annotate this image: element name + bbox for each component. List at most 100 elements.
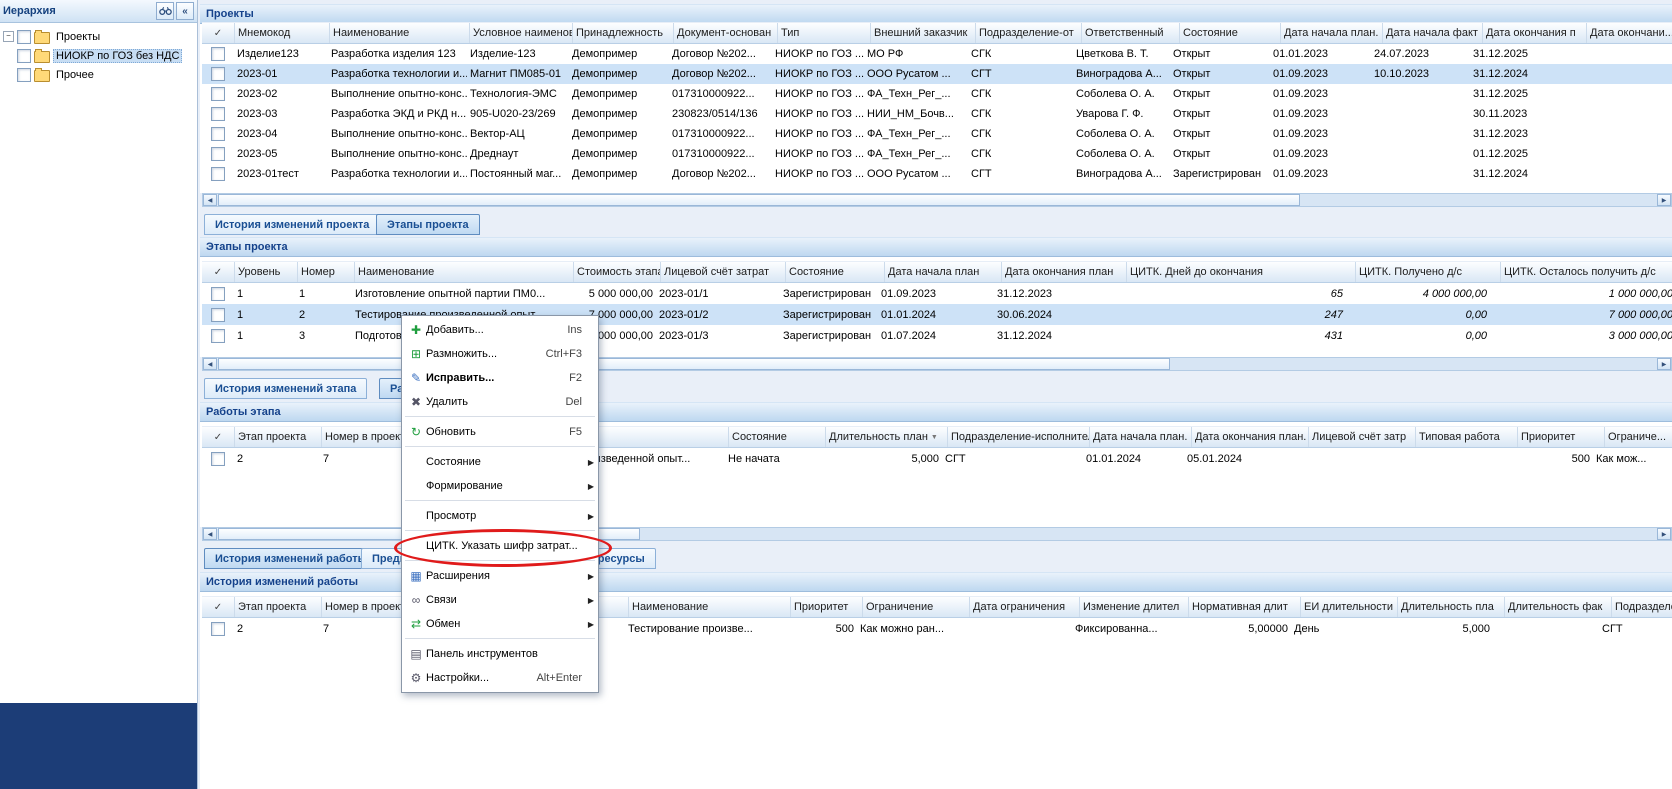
row-checkbox[interactable] [211,622,225,636]
row-checkbox[interactable] [211,127,225,141]
tree-node-niokr[interactable]: НИОКР по ГОЗ без НДС [3,46,195,65]
table-row[interactable]: 2023-01Разработка технологии и...Магнит … [202,64,1672,84]
column-header[interactable]: Состояние [729,427,826,447]
projects-hscrollbar[interactable]: ◀ ▶ [202,193,1672,207]
column-header[interactable]: Этап проекта [235,597,322,617]
column-header[interactable]: Условное наименова [470,23,573,43]
table-row[interactable]: 2023-02Выполнение опытно-конс...Технолог… [202,84,1672,104]
column-header[interactable]: Нормативная длит [1189,597,1301,617]
row-checkbox[interactable] [211,329,225,343]
column-header[interactable]: Состояние [1180,23,1281,43]
column-header[interactable]: Наименование [629,597,791,617]
search-icon[interactable] [156,2,174,20]
scroll-right-icon[interactable]: ▶ [1657,358,1671,370]
scroll-right-icon[interactable]: ▶ [1657,194,1671,206]
context-menu-item[interactable]: ▤Панель инструментов [402,642,598,666]
context-menu-item[interactable]: Просмотр▶ [402,504,598,528]
column-header[interactable]: Дата начала план. [1090,427,1192,447]
tree-node-other[interactable]: Прочее [3,65,195,84]
column-header[interactable]: Лицевой счёт затрат [661,262,786,282]
tree-node-checkbox[interactable] [17,30,31,44]
column-header[interactable]: Номер [298,262,355,282]
context-menu-item[interactable]: ∞Связи▶ [402,588,598,612]
context-menu-item[interactable]: ▦Расширения▶ [402,564,598,588]
table-row[interactable]: 2023-03Разработка ЭКД и РКД н...905-U020… [202,104,1672,124]
column-header[interactable]: ЦИТК. Дней до окончания [1127,262,1356,282]
column-header[interactable]: Состояние [786,262,885,282]
row-checkbox[interactable] [211,287,225,301]
column-header[interactable]: Приоритет [1518,427,1605,447]
scrollbar-thumb[interactable] [218,358,1170,370]
column-header[interactable]: Подразделение-и. [1612,597,1672,617]
column-header[interactable]: Тип [778,23,871,43]
context-menu-item[interactable]: ⚙Настройки...Alt+Enter [402,666,598,690]
table-row[interactable]: 2023-04Выполнение опытно-конс...Вектор-А… [202,124,1672,144]
table-row[interactable]: 2023-05Выполнение опытно-конс...Дреднаут… [202,144,1672,164]
table-row[interactable]: Изделие123Разработка изделия 123Изделие-… [202,44,1672,64]
context-menu-item[interactable]: Формирование▶ [402,474,598,498]
row-checkbox[interactable] [211,107,225,121]
context-menu-item[interactable]: ⇄Обмен▶ [402,612,598,636]
column-header[interactable]: Лицевой счёт затр [1309,427,1416,447]
column-header[interactable]: Ограничение [863,597,970,617]
column-header[interactable]: Типовая работа [1416,427,1518,447]
tab[interactable]: История изменений работы [204,548,378,569]
table-row[interactable]: 2023-01тестРазработка технологии и...Пос… [202,164,1672,184]
row-checkbox[interactable] [211,167,225,181]
scroll-left-icon[interactable]: ◀ [203,528,217,540]
scroll-right-icon[interactable]: ▶ [1657,528,1671,540]
select-all-header[interactable]: ✓ [202,23,235,43]
column-header[interactable]: Документ-основан [674,23,778,43]
column-header[interactable]: Подразделение-исполнитель. [948,427,1090,447]
column-header[interactable]: ЕИ длительности [1301,597,1398,617]
context-menu-item[interactable]: ⊞Размножить...Ctrl+F3 [402,342,598,366]
column-header[interactable]: Длительность план▼ [826,427,948,447]
collapse-node-icon[interactable]: − [3,31,14,42]
column-header[interactable]: Подразделение-от [976,23,1082,43]
column-header[interactable]: Принадлежность [573,23,674,43]
row-checkbox[interactable] [211,87,225,101]
row-checkbox[interactable] [211,452,225,466]
column-header[interactable]: Приоритет [791,597,863,617]
context-menu-item[interactable]: Состояние▶ [402,450,598,474]
column-header[interactable]: Ограниче... [1605,427,1672,447]
row-checkbox[interactable] [211,147,225,161]
column-header[interactable]: Длительность фак [1505,597,1612,617]
column-header[interactable]: Наименование [330,23,470,43]
collapse-sidebar-button[interactable]: « [176,2,194,20]
tab[interactable]: История изменений этапа [204,378,367,399]
column-header[interactable]: Мнемокод [235,23,330,43]
context-menu-item[interactable]: ✚Добавить...Ins [402,318,598,342]
column-header[interactable]: Стоимость этапа [574,262,661,282]
column-header[interactable]: Дата ограничения [970,597,1080,617]
context-menu-item[interactable]: ↻ОбновитьF5 [402,420,598,444]
scroll-left-icon[interactable]: ◀ [203,194,217,206]
column-header[interactable]: Дата начала план. [1281,23,1383,43]
tab[interactable]: История изменений проекта [204,214,380,235]
select-all-header[interactable]: ✓ [202,597,235,617]
column-header[interactable]: Дата окончания план. [1192,427,1309,447]
column-header[interactable]: Дата окончани... [1587,23,1672,43]
scroll-left-icon[interactable]: ◀ [203,358,217,370]
column-header[interactable]: ЦИТК. Осталось получить д/с [1501,262,1672,282]
column-header[interactable]: Ответственный [1082,23,1180,43]
row-checkbox[interactable] [211,308,225,322]
select-all-header[interactable]: ✓ [202,427,235,447]
row-checkbox[interactable] [211,47,225,61]
column-header[interactable]: ЦИТК. Получено д/с [1356,262,1501,282]
select-all-header[interactable]: ✓ [202,262,235,282]
tree-node-checkbox[interactable] [17,49,31,63]
context-menu-item[interactable]: ✖УдалитьDel [402,390,598,414]
column-header[interactable]: Дата окончания план [1002,262,1127,282]
column-header[interactable]: Дата начала факт [1383,23,1483,43]
column-header[interactable]: Уровень [235,262,298,282]
column-header[interactable]: Дата начала план [885,262,1002,282]
column-header[interactable]: Изменение длител [1080,597,1189,617]
column-header[interactable]: Дата окончания п [1483,23,1587,43]
column-header[interactable]: Наименование [355,262,574,282]
context-menu-item[interactable]: ✎Исправить...F2 [402,366,598,390]
tree-node-checkbox[interactable] [17,68,31,82]
column-header[interactable]: Длительность пла [1398,597,1505,617]
tree-node-projects[interactable]: − Проекты [3,27,195,46]
column-header[interactable]: Этап проекта [235,427,322,447]
